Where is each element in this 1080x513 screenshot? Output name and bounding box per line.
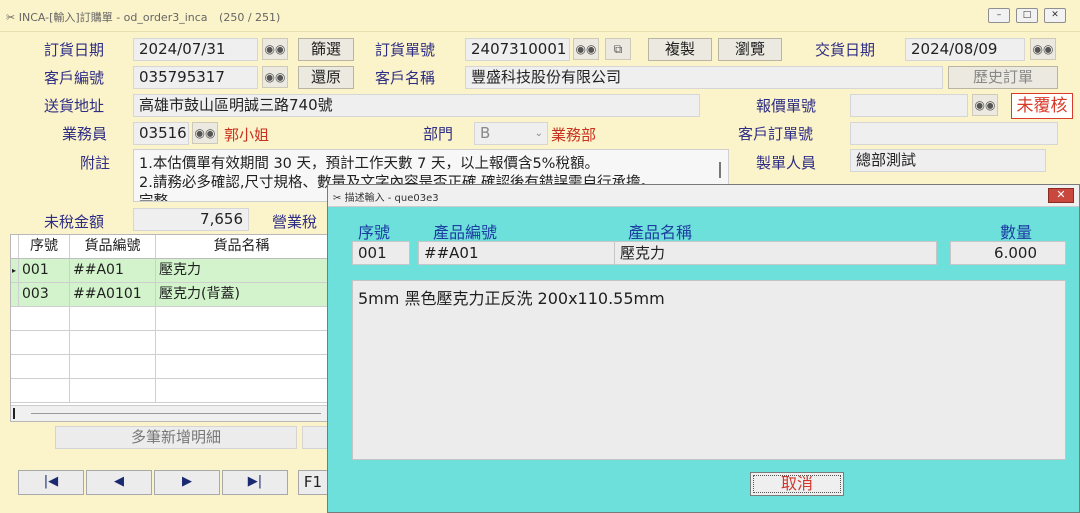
cust-order-label: 客戶訂單號 [738, 125, 814, 143]
column-header-seq[interactable]: 序號 [19, 235, 70, 259]
close-button[interactable]: ✕ [1044, 8, 1066, 23]
quote-no-label: 報價單號 [756, 97, 817, 115]
address-field[interactable]: 高雄市鼓山區明誠三路740號 [133, 94, 700, 117]
chevron-down-icon: ⌄ [534, 128, 543, 139]
quantity-field: 6.000 [950, 241, 1066, 265]
history-orders-button[interactable]: 歷史訂單 [948, 66, 1058, 89]
dept-label: 部門 [423, 125, 454, 143]
copy-button[interactable]: 複製 [648, 38, 712, 61]
title-bar: ✂ INCA-[輸入]訂購單 - od_order3_inca (250 / 2… [0, 0, 1080, 32]
delivery-date-label: 交貨日期 [815, 41, 876, 59]
order-no-label: 訂貨單號 [375, 41, 436, 59]
table-row[interactable]: 003 ##A0101 壓克力(背蓋) [11, 283, 327, 307]
empty-row[interactable] [11, 331, 327, 355]
address-label: 送貨地址 [44, 97, 105, 115]
sales-code-field[interactable]: 03516 [133, 122, 189, 145]
minimize-button[interactable]: – [988, 8, 1010, 23]
secondary-button-partial[interactable] [302, 426, 328, 449]
product-name-field: 壓克力 [614, 241, 937, 265]
f1-button[interactable]: F1 [298, 470, 328, 495]
app-logo-icon: ✂ [333, 193, 342, 204]
dept-select[interactable]: B ⌄ [474, 122, 548, 145]
sales-name: 郭小姐 [224, 126, 270, 144]
sales-label: 業務員 [62, 125, 108, 143]
cancel-button[interactable]: 取消 [750, 472, 844, 496]
seq-label: 序號 [358, 223, 391, 242]
binoculars-icon[interactable]: ◉◉ [573, 38, 599, 60]
description-dialog: ✂ 描述輸入 - que03e3 ✕ 序號 產品編號 產品名稱 數量 001 #… [327, 184, 1080, 513]
browse-button[interactable]: 瀏覽 [718, 38, 782, 61]
seq-field: 001 [352, 241, 410, 265]
binoculars-icon[interactable]: ◉◉ [1030, 38, 1056, 60]
table-row[interactable]: ▸ 001 ##A01 壓克力 [11, 259, 327, 283]
maximize-button[interactable]: □ [1016, 8, 1038, 23]
customer-name-field[interactable]: 豐盛科技股份有限公司 [465, 66, 943, 89]
last-record-button[interactable]: ▶| [222, 470, 288, 495]
dialog-title-bar: ✂ 描述輸入 - que03e3 ✕ [328, 185, 1079, 207]
horizontal-scrollbar[interactable] [11, 405, 327, 421]
order-date-field[interactable]: 2024/07/31 [133, 38, 258, 61]
maker-label: 製單人員 [756, 154, 817, 172]
description-textarea[interactable]: 5mm 黑色壓克力正反洗 200x110.55mm [352, 280, 1066, 460]
filter-button[interactable]: 篩選 [298, 38, 354, 61]
order-no-field[interactable]: 2407310001 [465, 38, 570, 61]
cust-order-field[interactable] [850, 122, 1058, 145]
next-record-button[interactable]: ▶ [154, 470, 220, 495]
window-title: ✂ INCA-[輸入]訂購單 - od_order3_inca (250 / 2… [6, 11, 281, 24]
unreviewed-badge: 未覆核 [1011, 93, 1073, 119]
pretax-label: 未稅金額 [44, 213, 105, 231]
empty-row[interactable] [11, 307, 327, 331]
detail-grid[interactable]: 序號 貨品編號 貨品名稱 ▸ 001 ##A01 壓克力 003 ##A0101… [10, 234, 328, 422]
order-date-label: 訂貨日期 [44, 41, 105, 59]
app-logo-icon: ✂ [6, 11, 16, 24]
tax-label: 營業稅 [272, 213, 318, 231]
delivery-date-field[interactable]: 2024/08/09 [905, 38, 1025, 61]
customer-no-label: 客戶編號 [44, 69, 105, 87]
product-name-label: 產品名稱 [628, 223, 693, 242]
customer-name-label: 客戶名稱 [375, 69, 436, 87]
binoculars-icon[interactable]: ◉◉ [192, 122, 218, 144]
binoculars-icon[interactable]: ◉◉ [262, 38, 288, 60]
bulk-add-button[interactable]: 多筆新增明細 [55, 426, 297, 449]
customer-no-field[interactable]: 035795317 [133, 66, 258, 89]
binoculars-icon[interactable]: ◉◉ [262, 66, 288, 88]
empty-row[interactable] [11, 355, 327, 379]
pretax-field: 7,656 [133, 208, 249, 231]
column-header-name[interactable]: 貨品名稱 [156, 235, 327, 259]
first-record-button[interactable]: |◀ [18, 470, 84, 495]
quote-no-field[interactable] [850, 94, 968, 117]
copy-icon[interactable]: ⧉ [605, 38, 631, 60]
prev-record-button[interactable]: ◀ [86, 470, 152, 495]
row-pointer-icon: ▸ [11, 259, 19, 282]
binoculars-icon[interactable]: ◉◉ [972, 94, 998, 116]
restore-button[interactable]: 還原 [298, 66, 354, 89]
quantity-label: 數量 [1000, 223, 1033, 242]
column-header-code[interactable]: 貨品編號 [70, 235, 156, 259]
dept-name: 業務部 [551, 126, 597, 144]
empty-row[interactable] [11, 379, 327, 403]
dialog-close-button[interactable]: ✕ [1048, 188, 1074, 203]
note-label: 附註 [80, 154, 111, 172]
product-code-label: 產品編號 [433, 223, 498, 242]
maker-field: 總部測試 [850, 149, 1046, 172]
scrollbar-thumb[interactable] [719, 162, 721, 178]
